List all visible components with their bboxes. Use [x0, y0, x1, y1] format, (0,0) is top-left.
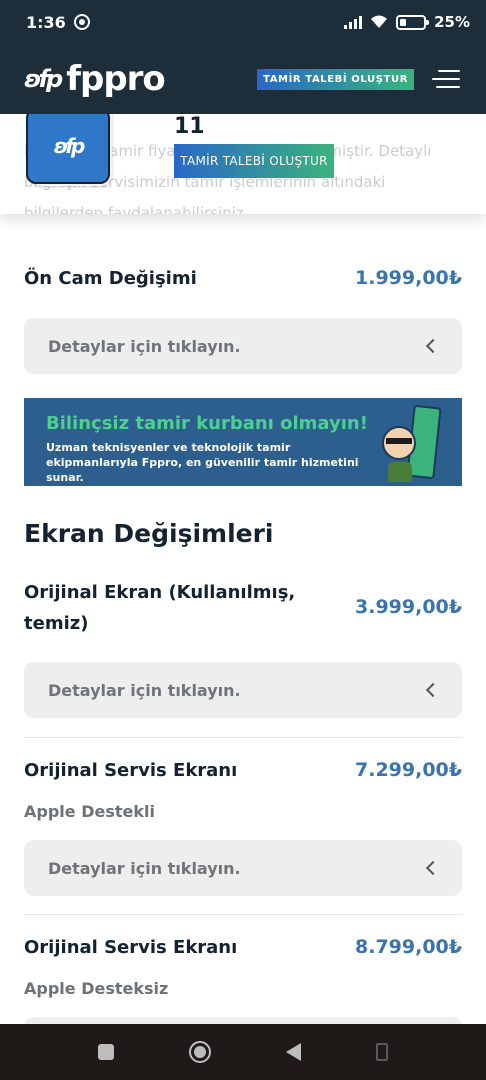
- service-row: Orijinal Servis Ekranı 8.799,00₺: [24, 932, 462, 963]
- wifi-icon: [370, 15, 388, 29]
- logo-text: fppro: [66, 59, 166, 99]
- section-title: Ekran Değişimleri: [24, 519, 274, 548]
- status-bar: 1:36 25%: [0, 0, 486, 44]
- signal-icon: [344, 15, 363, 29]
- details-label: Detaylar için tıklayın.: [48, 336, 241, 356]
- service-row: Orijinal Ekran (Kullanılmış, temiz) 3.99…: [24, 577, 462, 639]
- divider: [24, 737, 462, 738]
- product-model: 11: [174, 114, 205, 139]
- home-icon[interactable]: [188, 1041, 211, 1063]
- promo-banner[interactable]: Bilinçsiz tamir kurbanı olmayın! Uzman t…: [24, 398, 462, 486]
- details-button[interactable]: Detaylar için tıklayın.: [24, 318, 462, 374]
- logo[interactable]: ʚfp fppro: [24, 59, 166, 99]
- hamburger-menu-icon[interactable]: [432, 70, 460, 88]
- sticky-product-bar: iPhone 11 tamir fiyatları aşağıda listel…: [0, 114, 486, 214]
- status-time: 1:36: [26, 12, 66, 32]
- service-price: 8.799,00₺: [355, 936, 462, 958]
- phone-screen-logo-icon: ʚfp: [26, 114, 110, 184]
- details-button[interactable]: Detaylar için tıklayın.: [24, 840, 462, 896]
- back-icon[interactable]: [286, 1043, 302, 1061]
- banner-thief-illustration: [382, 426, 416, 482]
- divider: [24, 914, 462, 915]
- service-title: Orijinal Servis Ekranı: [24, 760, 238, 781]
- status-icons: 25%: [344, 13, 470, 31]
- create-repair-request-button[interactable]: TAMİR TALEBİ OLUŞTUR: [257, 68, 414, 90]
- service-title: Orijinal Ekran (Kullanılmış, temiz): [24, 582, 296, 634]
- site-header: ʚfp fppro TAMİR TALEBİ OLUŞTUR: [0, 44, 486, 114]
- service-row: Ön Cam Değişimi 1.999,00₺: [24, 263, 462, 294]
- details-button[interactable]: Detaylar için tıklayın.: [24, 662, 462, 718]
- system-nav-bar: [0, 1024, 486, 1080]
- logo-mark-icon: ʚfp: [24, 65, 63, 93]
- chevron-left-icon: [425, 338, 441, 354]
- service-price: 1.999,00₺: [355, 267, 462, 289]
- service-price: 7.299,00₺: [355, 759, 462, 781]
- battery-icon: [396, 14, 430, 30]
- recent-apps-icon[interactable]: [97, 1044, 114, 1060]
- service-title: Orijinal Servis Ekranı: [24, 937, 238, 958]
- app-notification-icon: [73, 14, 90, 30]
- service-subtitle: Apple Destekli: [24, 802, 155, 821]
- banner-text: Uzman teknisyenler ve teknolojik tamir e…: [46, 441, 359, 484]
- banner-title: Bilinçsiz tamir kurbanı olmayın!: [46, 413, 368, 434]
- battery-percent: 25%: [434, 13, 470, 31]
- chevron-left-icon: [425, 682, 441, 698]
- details-label: Detaylar için tıklayın.: [48, 858, 241, 878]
- service-subtitle: Apple Desteksiz: [24, 979, 169, 998]
- service-title: Ön Cam Değişimi: [24, 268, 197, 289]
- rotate-icon[interactable]: [376, 1043, 389, 1061]
- product-repair-request-button[interactable]: TAMİR TALEBİ OLUŞTUR: [174, 144, 334, 178]
- service-price: 3.999,00₺: [355, 596, 462, 618]
- service-row: Orijinal Servis Ekranı 7.299,00₺: [24, 755, 462, 786]
- details-label: Detaylar için tıklayın.: [48, 680, 241, 700]
- chevron-left-icon: [425, 860, 441, 876]
